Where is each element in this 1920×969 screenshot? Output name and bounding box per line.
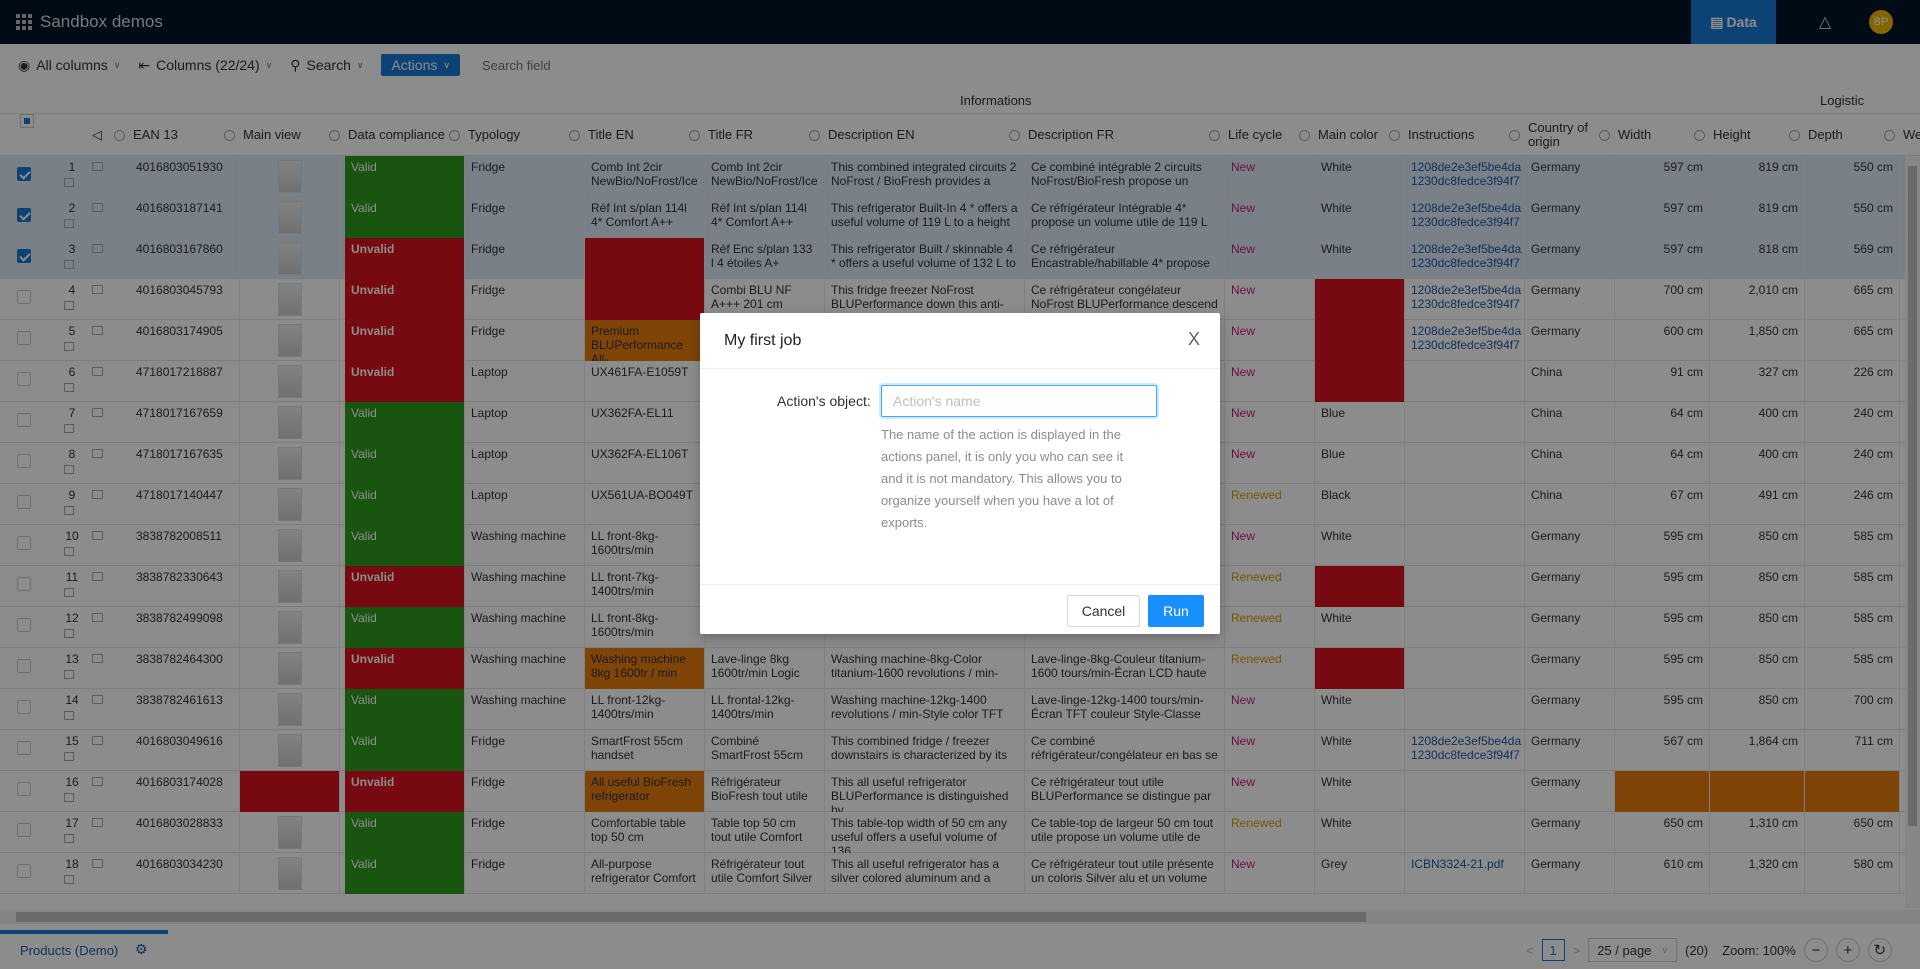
modal-title: My first job — [724, 331, 802, 349]
action-help-text: The name of the action is displayed in t… — [881, 427, 1124, 530]
cancel-button[interactable]: Cancel — [1067, 595, 1140, 627]
close-icon[interactable]: X — [1188, 329, 1200, 350]
run-button[interactable]: Run — [1148, 595, 1204, 627]
modal-header: My first job X — [700, 313, 1220, 369]
action-object-label-text: Action's object — [777, 393, 867, 409]
action-name-input[interactable] — [881, 385, 1157, 417]
modal-footer: Cancel Run — [700, 584, 1220, 634]
label-colon: : — [866, 393, 871, 409]
job-modal: My first job X Action's object: The name… — [700, 313, 1220, 634]
action-object-label: Action's object: — [777, 393, 871, 409]
modal-body: Action's object: The name of the action … — [700, 369, 1220, 584]
